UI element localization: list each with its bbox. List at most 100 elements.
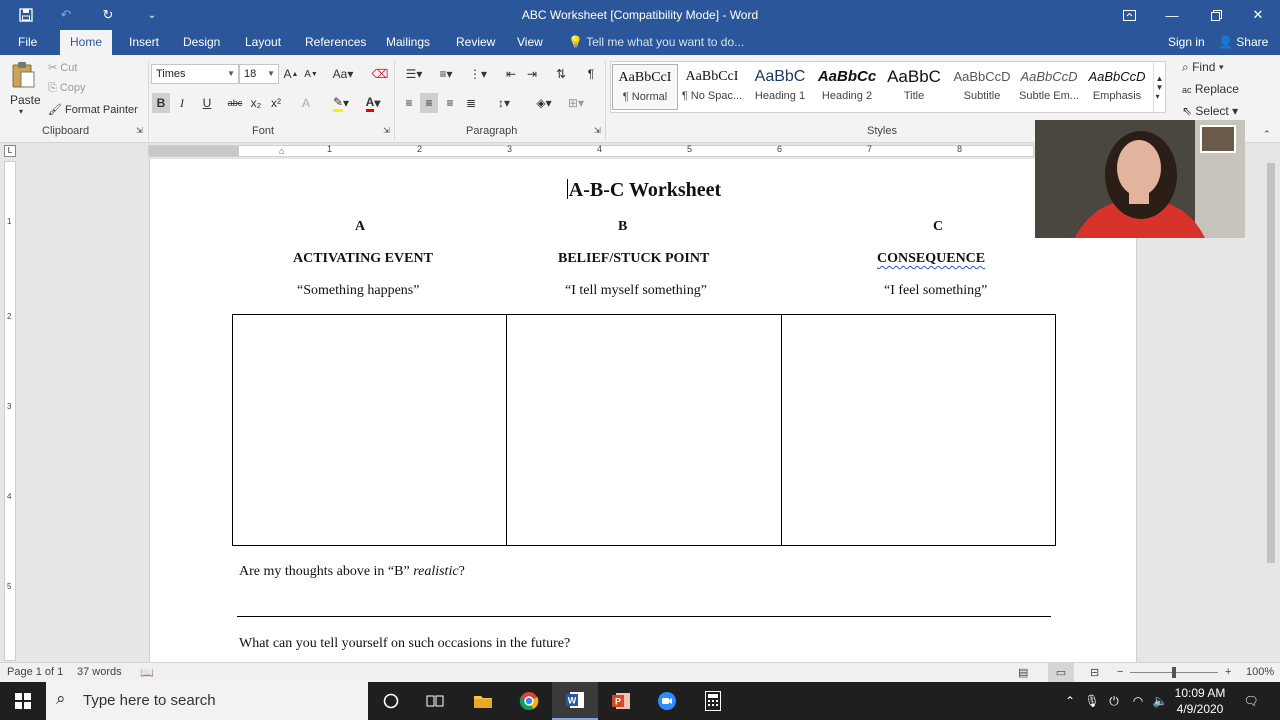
clipboard-launcher-icon[interactable]: ⇲ [136,126,143,135]
decrease-indent-icon[interactable]: ⇤ [502,65,520,83]
font-size-box[interactable]: 18 ▼ [239,64,279,84]
format-painter-button[interactable]: 🖌 Format Painter [48,103,138,116]
line-spacing-icon[interactable]: ↕▾ [490,93,518,113]
style-subtle-emphasis[interactable]: AaBbCcD Subtle Em... [1016,64,1082,110]
highlight-color-icon[interactable]: ✎ ▾ [328,93,354,113]
power-icon[interactable]: ⏻ [1104,682,1124,720]
font-launcher-icon[interactable]: ⇲ [383,126,390,135]
print-layout-icon[interactable]: ▭ [1048,663,1074,682]
calculator-icon[interactable] [690,682,736,720]
word-taskbar-icon[interactable]: W [552,682,598,720]
select-button[interactable]: ⇖ Select ▾ [1182,104,1238,118]
cut-button[interactable]: ✂ Cut [48,61,77,74]
share-button[interactable]: 👤 Share [1218,30,1268,54]
align-left-icon[interactable]: ≡ [400,93,418,113]
document-page[interactable]: A-B-C Worksheet A B C ACTIVATING EVENT B… [149,159,1137,662]
align-center-icon[interactable]: ≡ [420,93,438,113]
tab-layout[interactable]: Layout [243,30,283,55]
font-name-box[interactable]: Times ▼ [151,64,239,84]
grow-font-icon[interactable]: A ▲ [284,66,299,82]
borders-icon[interactable]: ⊞▾ [562,93,590,113]
zoom-in-icon[interactable]: + [1225,666,1231,678]
paste-dropdown-icon[interactable]: ▾ [19,107,23,116]
style-emphasis[interactable]: AaBbCcD Emphasis [1084,64,1150,110]
file-explorer-icon[interactable] [460,682,506,720]
taskbar-search-box[interactable]: ⌕ Type here to search [46,682,368,720]
read-mode-icon[interactable]: ▤ [1018,666,1028,679]
tab-review[interactable]: Review [454,30,497,55]
horizontal-ruler[interactable]: 1 2 3 4 5 6 7 8 ⌂ [148,144,1034,157]
cortana-icon[interactable] [368,682,414,720]
style-heading-1[interactable]: AaBbC Heading 1 [747,64,813,110]
numbering-icon[interactable]: ≡▾ [432,65,460,83]
styles-scroll-icon[interactable]: ▲ ▼ ▾ [1153,62,1165,112]
vertical-ruler[interactable]: 1 2 3 4 5 [4,161,16,661]
sort-icon[interactable]: ⇅ [552,65,570,83]
table-cell-b[interactable] [507,315,782,545]
zoom-app-icon[interactable] [644,682,690,720]
vertical-scrollbar[interactable] [1262,143,1280,662]
copy-button[interactable]: ⎘ Copy [48,82,86,95]
indent-marker-icon[interactable]: ⌂ [279,146,284,156]
ribbon-display-options-icon[interactable] [1107,0,1151,30]
tab-insert[interactable]: Insert [127,30,161,55]
style-normal[interactable]: AaBbCcI ¶ Normal [612,64,678,110]
scrollbar-thumb[interactable] [1267,163,1275,563]
paste-icon[interactable] [10,61,36,89]
chrome-icon[interactable] [506,682,552,720]
zoom-slider-thumb[interactable] [1172,667,1176,678]
show-hidden-icons-icon[interactable]: ⌃ [1060,682,1080,720]
underline-icon[interactable]: U [195,93,219,113]
page-count[interactable]: Page 1 of 1 [7,666,63,678]
paste-label[interactable]: Paste [10,93,41,107]
notifications-icon[interactable]: 🗨 [1240,682,1262,720]
collapse-ribbon-icon[interactable]: ⌃ [1263,129,1271,140]
replace-button[interactable]: ac Replace [1182,82,1239,96]
tab-home[interactable]: Home [60,30,113,55]
italic-icon[interactable]: I [175,93,189,113]
paragraph-launcher-icon[interactable]: ⇲ [594,126,601,135]
justify-icon[interactable]: ≣ [462,93,480,113]
zoom-level[interactable]: 100% [1246,666,1274,678]
increase-indent-icon[interactable]: ⇥ [523,65,541,83]
tab-view[interactable]: View [515,30,545,55]
tab-design[interactable]: Design [181,30,222,55]
font-color-icon[interactable]: A ▾ [360,93,386,113]
tab-references[interactable]: References [303,30,368,55]
tell-me-box[interactable]: 💡 Tell me what you want to do... [568,30,744,55]
close-icon[interactable]: ✕ [1236,0,1280,30]
zoom-out-icon[interactable]: − [1117,666,1123,678]
find-button[interactable]: ⌕ Find ▾ [1182,60,1224,75]
style-no-spacing[interactable]: AaBbCcI ¶ No Spac... [679,64,745,110]
clear-formatting-icon[interactable]: ⌫ [372,66,389,82]
volume-icon[interactable]: 🔈 [1150,682,1170,720]
text-effects-icon[interactable]: A [298,93,314,113]
proofing-icon[interactable]: 📖 [140,666,154,679]
change-case-icon[interactable]: Aa▾ [331,66,355,82]
tab-mailings[interactable]: Mailings [384,30,432,55]
minimize-icon[interactable]: — [1150,0,1194,30]
task-view-icon[interactable] [412,682,458,720]
sign-in-link[interactable]: Sign in [1168,30,1205,54]
web-layout-icon[interactable]: ⊟ [1090,666,1099,679]
wifi-icon[interactable]: ◠ [1128,682,1148,720]
table-cell-c[interactable] [782,315,1055,545]
strikethrough-icon[interactable]: abc [226,93,244,113]
bullets-icon[interactable]: ☰▾ [400,65,428,83]
show-formatting-icon[interactable]: ¶ [582,65,600,83]
tab-file[interactable]: File [16,30,39,55]
table-cell-a[interactable] [233,315,508,545]
subscript-icon[interactable]: x₂ [248,93,264,113]
shrink-font-icon[interactable]: A ▼ [304,66,318,82]
shading-icon[interactable]: ◈▾ [530,93,558,113]
align-right-icon[interactable]: ≡ [441,93,459,113]
powerpoint-icon[interactable]: P [598,682,644,720]
style-heading-2[interactable]: AaBbCc Heading 2 [814,64,880,110]
style-subtitle[interactable]: AaBbCcD Subtitle [949,64,1015,110]
multilevel-list-icon[interactable]: ⋮▾ [464,65,492,83]
microphone-icon[interactable]: 🎙 [1082,682,1102,720]
superscript-icon[interactable]: x² [268,93,284,113]
tab-selector-icon[interactable]: L [4,145,16,157]
restore-icon[interactable] [1194,0,1238,30]
bold-icon[interactable]: B [152,93,170,113]
